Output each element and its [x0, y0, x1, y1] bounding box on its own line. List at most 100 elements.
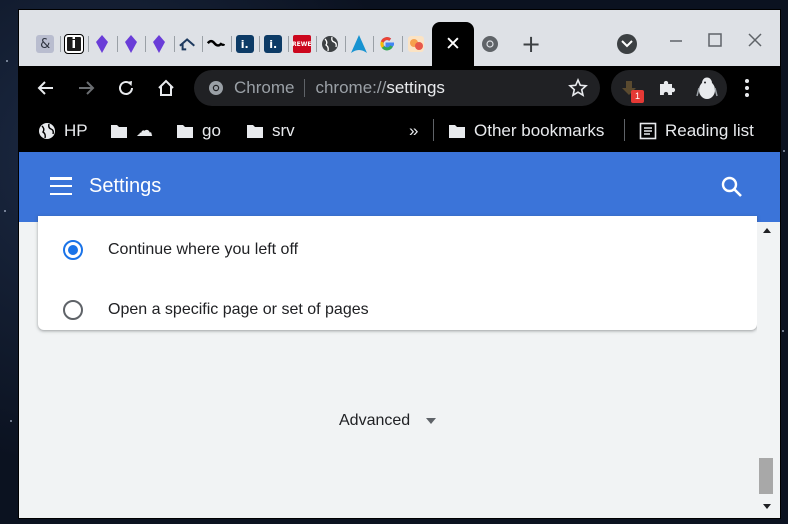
desktop-star — [10, 420, 12, 422]
url-host: settings — [386, 78, 445, 97]
tab-search-button[interactable] — [617, 34, 637, 54]
advanced-label: Advanced — [339, 412, 411, 429]
reload-button[interactable] — [112, 74, 140, 102]
toolbar: Chrome chrome://settings 1 — [19, 66, 780, 110]
bookmark-star-button[interactable] — [568, 77, 588, 103]
tab[interactable] — [88, 31, 117, 57]
bookmark-folder-cloud[interactable]: ☁ — [110, 119, 153, 143]
tab[interactable]: i. — [230, 31, 260, 57]
fruit-basket-icon — [407, 35, 425, 53]
bookmarks-overflow-button[interactable]: » — [409, 119, 418, 143]
il-logo-icon: i. — [264, 35, 283, 53]
browser-window: & i i. i. REWE ✕ + Chrome chrome://setti… — [19, 10, 780, 518]
purple-gem-icon — [93, 35, 111, 53]
tab[interactable] — [344, 31, 374, 57]
folder-icon — [449, 125, 465, 138]
tab-chrome[interactable] — [476, 31, 504, 57]
site-chip-label: Chrome — [234, 78, 295, 97]
arrow-right-icon — [79, 81, 95, 95]
purple-gem-icon — [122, 35, 140, 53]
folder-icon — [177, 125, 193, 138]
startup-option-label: Open a specific page or set of pages — [108, 301, 369, 318]
menu-dot — [745, 93, 749, 97]
bookmark-hp[interactable]: HP — [38, 119, 88, 143]
tab[interactable] — [373, 31, 402, 57]
scroll-up-arrow[interactable] — [763, 228, 771, 233]
bookmarks-divider — [624, 119, 625, 141]
tab[interactable]: REWE — [287, 31, 317, 57]
reading-list-button[interactable]: Reading list — [639, 119, 754, 143]
site-info-chip[interactable]: Chrome — [208, 78, 294, 98]
folder-icon — [247, 125, 263, 138]
new-tab-button[interactable]: + — [517, 30, 545, 58]
home-icon — [158, 79, 174, 96]
bookmarks-divider — [433, 119, 434, 141]
tab[interactable] — [116, 31, 146, 57]
search-settings-button[interactable] — [719, 174, 745, 200]
tab-list: & i i. i. REWE — [31, 31, 430, 57]
tab[interactable] — [316, 31, 345, 57]
other-bookmarks-button[interactable]: Other bookmarks — [448, 119, 604, 143]
tab[interactable]: i — [59, 31, 89, 57]
forward-button[interactable] — [72, 74, 100, 102]
tab[interactable]: & — [31, 31, 60, 57]
back-button[interactable] — [32, 74, 60, 102]
close-window-button[interactable] — [742, 27, 768, 53]
tab[interactable] — [401, 31, 431, 57]
chrome-icon — [482, 36, 498, 52]
url-text[interactable]: chrome://settings — [315, 78, 444, 98]
penguin-avatar-icon — [696, 77, 718, 99]
chrome-menu-button[interactable] — [737, 74, 757, 102]
extensions-area: 1 — [611, 70, 727, 106]
maximize-icon — [708, 33, 722, 47]
chrome-icon — [209, 81, 223, 95]
info-i-icon: i — [63, 34, 84, 54]
page-scrollbar[interactable] — [757, 222, 780, 518]
profile-avatar[interactable] — [693, 74, 721, 102]
scroll-down-arrow[interactable] — [763, 504, 771, 509]
bookmark-folder-go[interactable]: go — [176, 119, 221, 143]
close-icon — [748, 33, 762, 47]
startup-option-continue[interactable]: Continue where you left off — [38, 223, 757, 277]
radio-selected-icon[interactable] — [63, 240, 83, 260]
main-menu-button[interactable] — [50, 177, 72, 195]
tab[interactable] — [202, 31, 231, 57]
tab[interactable] — [145, 31, 174, 57]
arch-a-icon — [350, 35, 368, 53]
advanced-toggle[interactable]: Advanced — [339, 412, 437, 430]
arrow-left-icon — [37, 81, 53, 95]
omnibox-divider — [304, 79, 306, 97]
globe-icon — [321, 35, 339, 53]
extension-badge: 1 — [631, 90, 644, 103]
dropdown-arrow-icon — [426, 418, 437, 424]
rewe-logo-icon: REWE — [292, 35, 311, 53]
bookmark-label: srv — [272, 121, 295, 140]
bookmark-folder-srv[interactable]: srv — [246, 119, 295, 143]
hamburger-line — [50, 177, 72, 180]
maximize-button[interactable] — [702, 27, 728, 53]
startup-option-specific-pages[interactable]: Open a specific page or set of pages — [38, 283, 757, 337]
active-tab[interactable]: ✕ — [432, 22, 474, 66]
globe-icon — [39, 123, 55, 139]
download-extension-button[interactable]: 1 — [615, 74, 644, 103]
chevron-down-icon — [621, 40, 633, 48]
close-tab-icon[interactable]: ✕ — [445, 33, 461, 55]
search-icon — [721, 176, 742, 197]
tab[interactable]: i. — [259, 31, 288, 57]
desktop-star — [783, 150, 785, 152]
url-scheme: chrome:// — [315, 78, 387, 97]
reading-list-label: Reading list — [665, 121, 754, 140]
tab[interactable] — [173, 31, 203, 57]
scroll-thumb[interactable] — [759, 458, 773, 494]
settings-header: Settings — [19, 152, 780, 222]
home-button[interactable] — [152, 74, 180, 102]
radio-unselected-icon[interactable] — [63, 300, 83, 320]
menu-dot — [745, 79, 749, 83]
startup-option-label: Continue where you left off — [108, 241, 299, 258]
bookmarks-bar: HP ☁ go srv » Other bookmarks Reading li… — [19, 110, 780, 152]
address-bar[interactable]: Chrome chrome://settings — [194, 70, 600, 106]
reading-list-icon — [639, 122, 657, 140]
extensions-button[interactable] — [653, 74, 681, 102]
wave-line-icon — [207, 35, 226, 53]
minimize-button[interactable] — [663, 27, 689, 53]
